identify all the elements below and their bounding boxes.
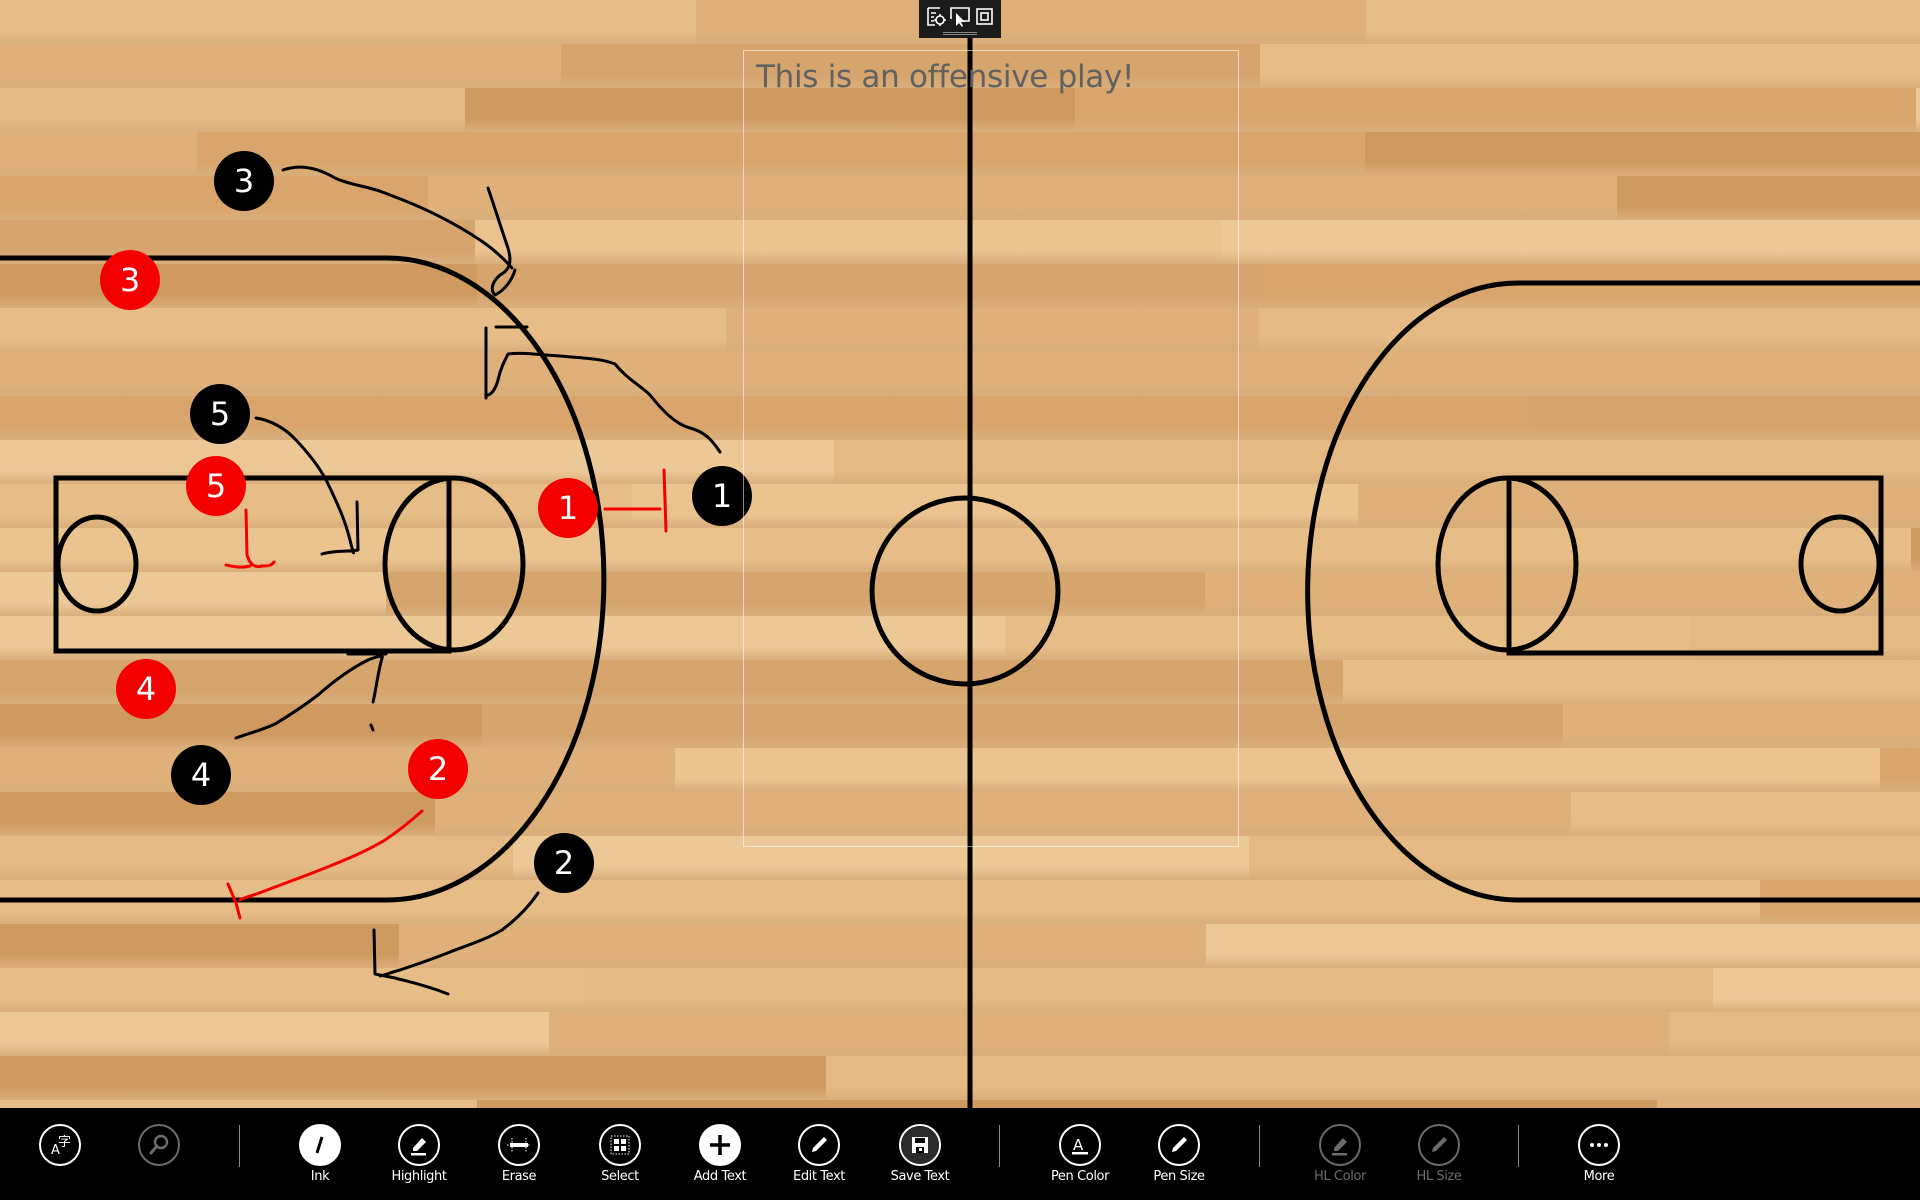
text-settings-icon[interactable]: [925, 6, 947, 28]
offense-player-4[interactable]: 4: [171, 745, 231, 805]
svg-text:字: 字: [58, 1135, 71, 1150]
select-icon: [610, 1135, 630, 1155]
edit-text-button-circle[interactable]: [798, 1124, 840, 1166]
edit-text-button[interactable]: Edit Text: [769, 1108, 869, 1200]
search-icon: [149, 1134, 169, 1155]
save-text-button[interactable]: Save Text: [870, 1108, 970, 1200]
ink-stroke-defense-1: [603, 468, 668, 533]
defense-player-3[interactable]: 3: [100, 250, 160, 310]
more-button[interactable]: More: [1549, 1108, 1649, 1200]
add-text-button-circle[interactable]: [699, 1124, 741, 1166]
left-basket: [55, 514, 139, 614]
erase-label: Erase: [501, 1169, 537, 1184]
drag-handle-line: [943, 34, 977, 35]
font-color-icon: A: [1072, 1136, 1088, 1155]
pen-color-button-circle[interactable]: A: [1059, 1124, 1101, 1166]
app-bar-separator: [1518, 1125, 1519, 1167]
left-free-throw-circle: [382, 475, 526, 653]
right-three-point-line: [1305, 280, 1920, 903]
ink-stroke-offense-5: [254, 416, 360, 556]
app-bar-separator: [239, 1125, 240, 1167]
add-text-label: Add Text: [693, 1169, 747, 1184]
pen-color-button[interactable]: A Pen Color: [1030, 1108, 1130, 1200]
erase-button-circle[interactable]: [498, 1124, 540, 1166]
hl-size-button[interactable]: HL Size: [1389, 1108, 1489, 1200]
select-button[interactable]: Select: [570, 1108, 670, 1200]
pen-color-label: Pen Color: [1050, 1169, 1110, 1184]
zoom-button-circle[interactable]: [138, 1124, 180, 1166]
pen-size-label: Pen Size: [1153, 1169, 1205, 1184]
defense-player-1[interactable]: 1: [538, 478, 598, 538]
fullscreen-icon[interactable]: [974, 6, 996, 28]
hl-size-button-circle[interactable]: [1418, 1124, 1460, 1166]
plus-icon: [710, 1135, 730, 1155]
pencil-icon: [1432, 1137, 1447, 1152]
highlight-button[interactable]: Highlight: [369, 1108, 469, 1200]
select-button-circle[interactable]: [599, 1124, 641, 1166]
highlighter-icon: [411, 1138, 426, 1156]
language-icon: A字: [51, 1135, 71, 1158]
pen-icon: [315, 1136, 324, 1154]
erase-button[interactable]: Erase: [469, 1108, 569, 1200]
offense-player-5[interactable]: 5: [190, 384, 250, 444]
defense-player-5[interactable]: 5: [186, 456, 246, 516]
right-key: [1506, 475, 1884, 656]
highlighter-icon: [1332, 1138, 1347, 1156]
pen-size-button[interactable]: Pen Size: [1129, 1108, 1229, 1200]
defense-player-4[interactable]: 4: [116, 659, 176, 719]
hl-color-button[interactable]: HL Color: [1290, 1108, 1390, 1200]
ink-stroke-defense-5: [224, 508, 276, 569]
language-button-circle[interactable]: A字: [39, 1124, 81, 1166]
save-text-button-circle[interactable]: [899, 1124, 941, 1166]
svg-text:A: A: [1073, 1136, 1084, 1154]
top-handle-toolbar[interactable]: [919, 0, 1001, 38]
text-annotation-box[interactable]: This is an offensive play!: [743, 50, 1239, 847]
drag-handle[interactable]: [943, 32, 977, 33]
hl-size-label: HL Size: [1416, 1169, 1462, 1184]
zoom-button[interactable]: [109, 1108, 209, 1200]
right-basket: [1798, 514, 1882, 614]
ink-stroke-offense-3: [281, 165, 517, 297]
language-button[interactable]: A字: [10, 1108, 110, 1200]
ink-stroke-offense-2: [372, 891, 540, 996]
defense-player-2[interactable]: 2: [408, 739, 468, 799]
more-icon: [1590, 1143, 1608, 1147]
app-bar: A 字 Ink Highlight Erase Select Add Text Edit Te…: [0, 1108, 1920, 1200]
save-icon: [901, 1126, 939, 1164]
app-bar-separator: [1259, 1125, 1260, 1167]
pencil-icon: [1172, 1137, 1187, 1152]
hl-color-label: HL Color: [1314, 1169, 1366, 1184]
highlight-button-circle[interactable]: [398, 1124, 440, 1166]
ink-button[interactable]: Ink: [270, 1108, 370, 1200]
ink-button-circle[interactable]: [299, 1124, 341, 1166]
pencil-icon: [812, 1137, 827, 1152]
add-text-button[interactable]: Add Text: [670, 1108, 770, 1200]
text-annotation[interactable]: This is an offensive play!: [756, 59, 1134, 95]
pen-size-button-circle[interactable]: [1158, 1124, 1200, 1166]
ink-label: Ink: [310, 1169, 330, 1184]
more-label: More: [1583, 1169, 1615, 1184]
offense-player-3[interactable]: 3: [214, 151, 274, 211]
app-bar-separator: [999, 1125, 1000, 1167]
hl-color-button-circle[interactable]: [1319, 1124, 1361, 1166]
ink-stroke-offense-4: [234, 652, 388, 740]
ink-stroke-offense-1: [484, 325, 722, 454]
offense-player-2[interactable]: 2: [534, 833, 594, 893]
save-text-label: Save Text: [890, 1169, 950, 1184]
eraser-icon: [507, 1138, 531, 1152]
select-pointer-icon[interactable]: [949, 6, 971, 28]
edit-text-label: Edit Text: [793, 1169, 845, 1184]
court-canvas[interactable]: 1234512345 This is an offensive play!: [0, 0, 1920, 1108]
select-label: Select: [601, 1169, 639, 1184]
highlight-label: Highlight: [391, 1169, 447, 1184]
more-button-circle[interactable]: [1578, 1124, 1620, 1166]
